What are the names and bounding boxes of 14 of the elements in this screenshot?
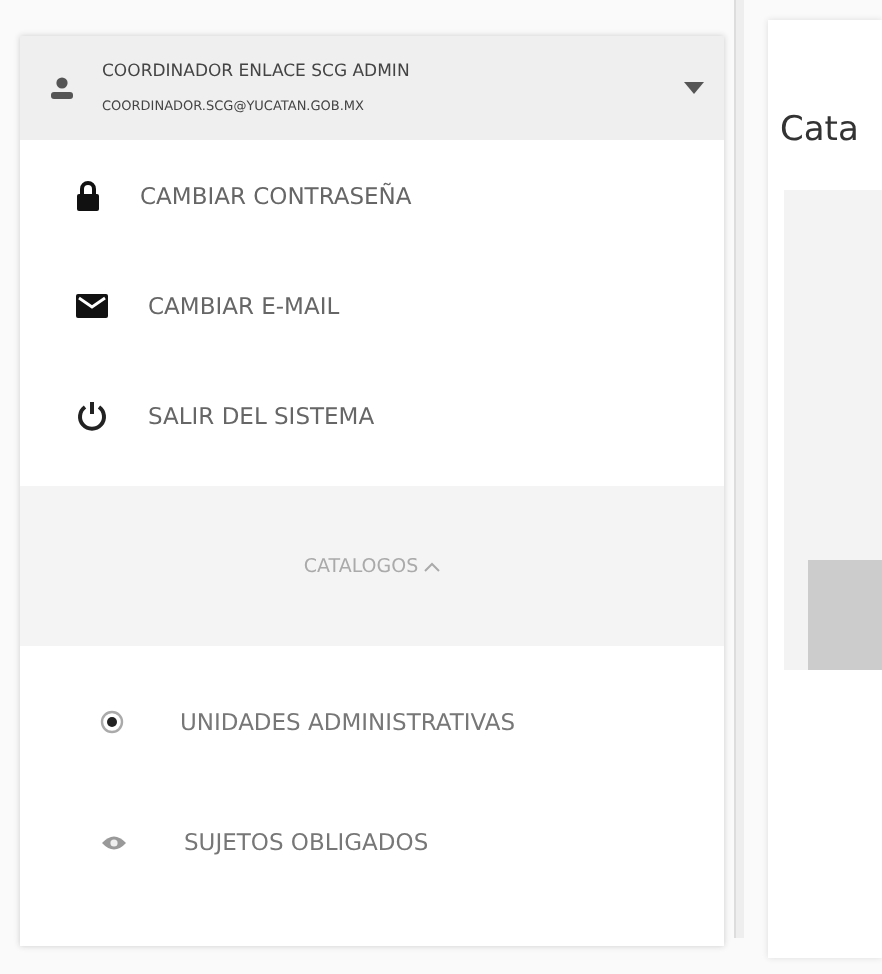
person-icon	[50, 76, 74, 100]
catalog-item[interactable]: UNIDADES ADMINISTRATIVAS	[20, 662, 724, 782]
menu-item[interactable]: SALIR DEL SISTEMA	[20, 360, 724, 470]
menu-item[interactable]: CAMBIAR E-MAIL	[20, 250, 724, 360]
power-icon	[76, 399, 108, 431]
lock-icon	[76, 179, 100, 211]
content-placeholder	[808, 560, 882, 670]
catalog-item[interactable]: SUJETOS OBLIGADOS	[20, 782, 724, 902]
page-title: Cata	[778, 110, 861, 150]
menu-item[interactable]: CAMBIAR CONTRASEÑA	[20, 140, 724, 250]
eye-icon	[100, 833, 128, 851]
radio-target-icon	[100, 710, 124, 734]
envelope-icon	[76, 293, 108, 317]
user-name: COORDINADOR ENLACE SCG ADMIN	[102, 62, 412, 82]
